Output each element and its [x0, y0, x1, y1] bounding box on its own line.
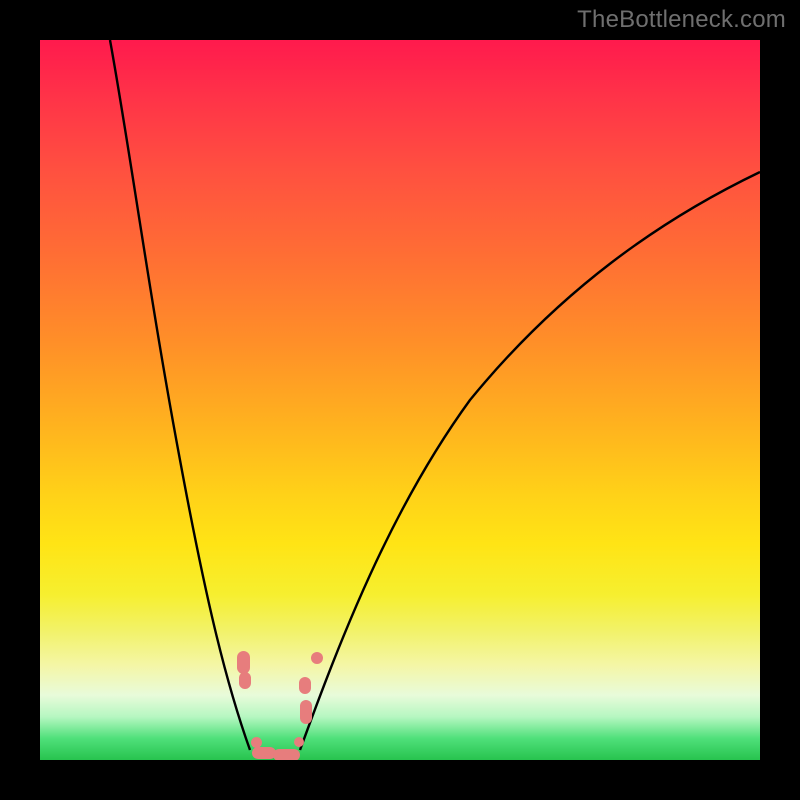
- data-marker: [294, 737, 304, 747]
- curve-left-branch: [110, 40, 250, 750]
- curve-right-branch: [300, 172, 760, 750]
- data-marker: [239, 672, 251, 689]
- data-marker: [299, 677, 311, 694]
- chart-frame: TheBottleneck.com: [0, 0, 800, 800]
- data-marker: [311, 652, 323, 664]
- data-marker: [273, 749, 300, 760]
- data-marker: [300, 700, 312, 724]
- curve-layer: [40, 40, 760, 760]
- data-marker: [237, 651, 250, 674]
- watermark-text: TheBottleneck.com: [577, 6, 786, 34]
- plot-area: [40, 40, 760, 760]
